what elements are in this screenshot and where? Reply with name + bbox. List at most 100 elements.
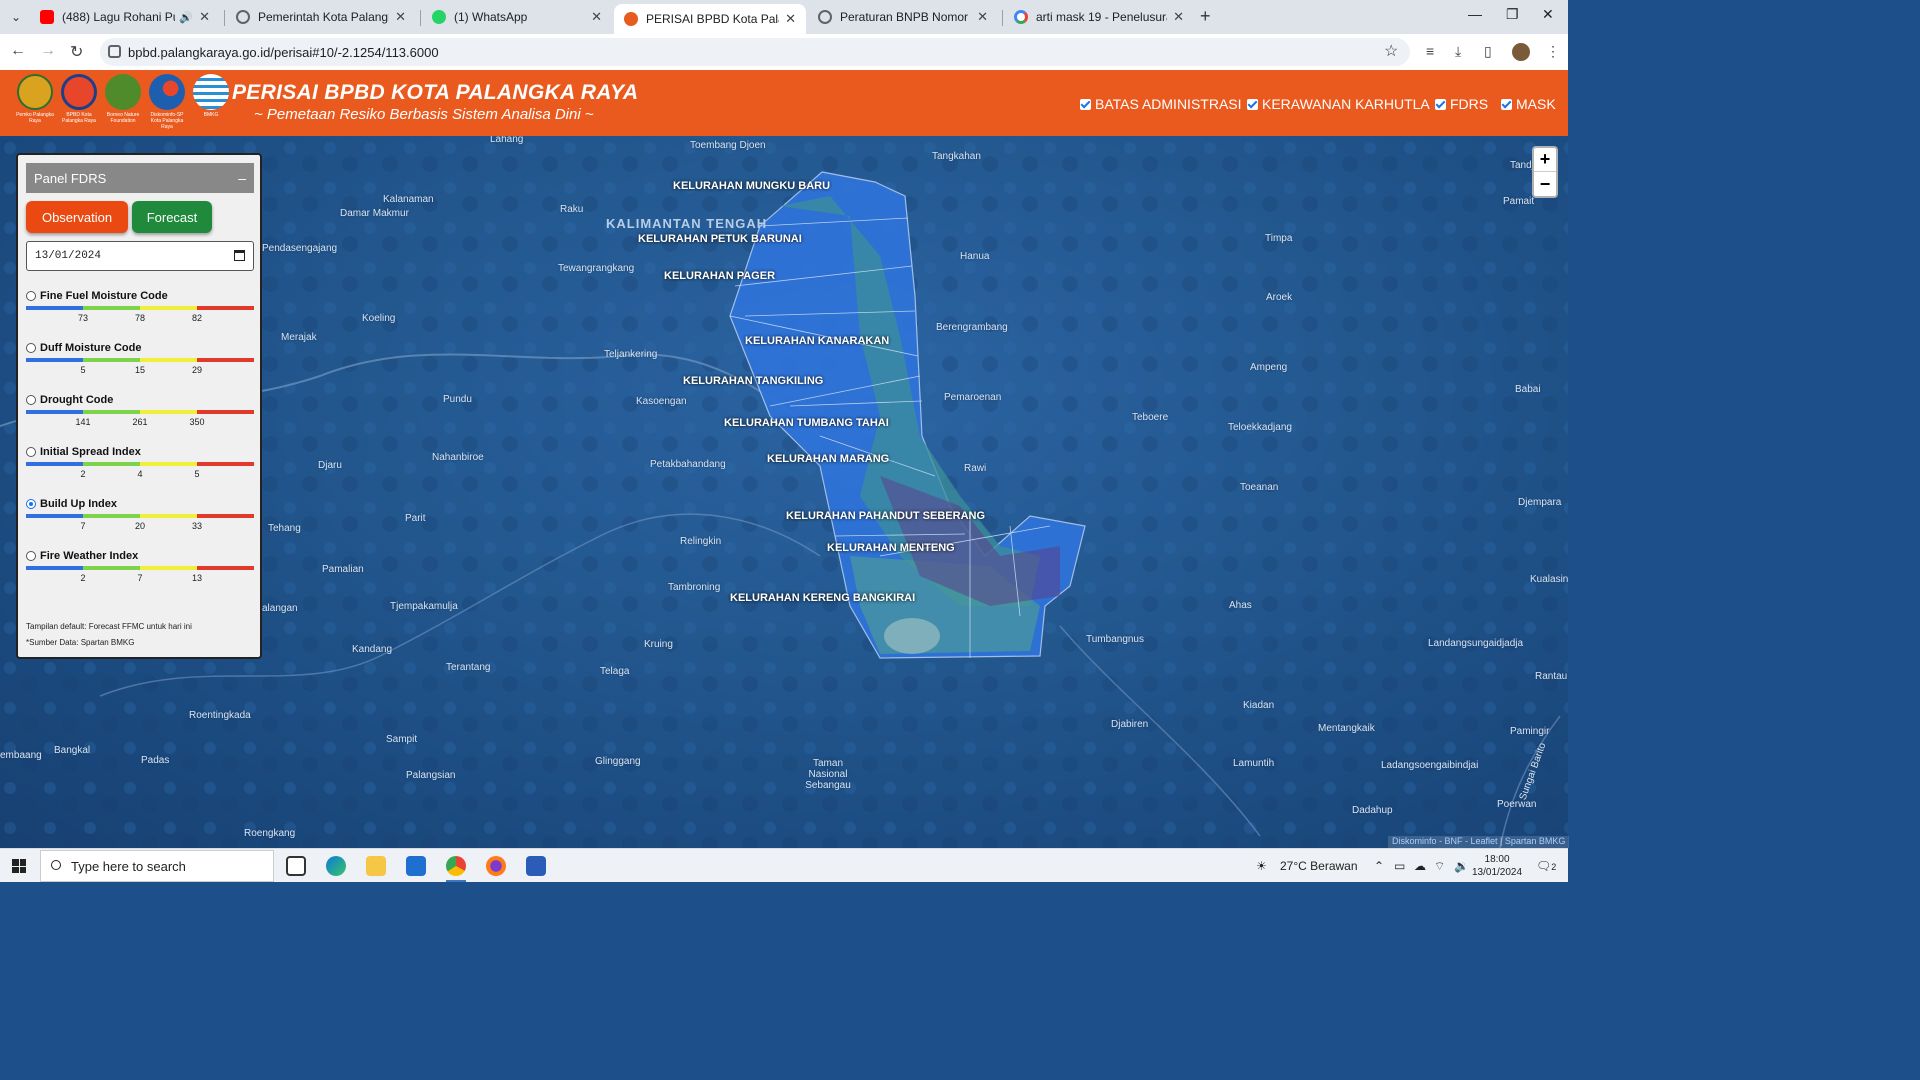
browser-menu-icon[interactable]: ⋮ (1546, 43, 1560, 60)
tray-overflow-icon[interactable]: ⌃ (1374, 859, 1384, 873)
mail-icon[interactable] (406, 856, 426, 876)
layer-toggle-fdrs[interactable]: FDRS (1435, 96, 1488, 112)
forward-icon[interactable]: → (40, 42, 56, 60)
windows-start-icon[interactable] (12, 859, 26, 873)
side-panel-icon[interactable]: ▯ (1484, 43, 1492, 60)
logo-label: Diskominfo-SP Kota Palangka Raya (150, 112, 184, 130)
word-icon[interactable] (526, 856, 546, 876)
minimize-window-icon[interactable]: — (1468, 6, 1482, 22)
weather-text[interactable]: 27°C Berawan (1280, 859, 1358, 873)
wifi-icon[interactable]: ⌔ (1434, 859, 1445, 874)
tick-label: 73 (77, 313, 89, 323)
notification-icon[interactable]: 🗨2 (1536, 859, 1556, 873)
index-row[interactable]: Initial Spread Index (26, 445, 254, 459)
onedrive-icon[interactable]: ☁ (1414, 859, 1426, 873)
tab-google[interactable]: arti mask 19 - Penelusuran Goo ✕ (1004, 4, 1194, 30)
radio-button[interactable] (26, 447, 36, 457)
place-label: Kualasin (1530, 574, 1568, 585)
fdrs-index-option[interactable]: Duff Moisture Code 5 15 29 (26, 341, 254, 389)
radio-button[interactable] (26, 499, 36, 509)
map-attribution[interactable]: Diskominfo - BNF - Leaflet | Spartan BMK… (1388, 836, 1570, 848)
place-label: Toembang Djoen (690, 140, 766, 151)
place-label: Bangkal (54, 745, 91, 756)
tick-label: 261 (132, 417, 148, 427)
media-control-icon[interactable]: ≡ (1426, 43, 1434, 59)
fdrs-index-option[interactable]: Fine Fuel Moisture Code 73 78 82 (26, 289, 254, 337)
checkbox-icon[interactable] (1080, 98, 1091, 110)
close-tab-icon[interactable]: ✕ (591, 9, 602, 25)
taskbar-clock[interactable]: 18:00 13/01/2024 (1472, 853, 1522, 879)
layer-toggle-kerawanan-karhutla[interactable]: KERAWANAN KARHUTLA (1247, 96, 1430, 112)
profile-avatar[interactable] (1512, 43, 1530, 61)
file-explorer-icon[interactable] (366, 856, 386, 876)
index-row[interactable]: Drought Code (26, 393, 254, 407)
task-view-icon[interactable] (286, 856, 306, 876)
restore-window-icon[interactable]: ❐ (1506, 6, 1519, 23)
volume-icon[interactable]: 🔉 (1454, 859, 1469, 873)
zoom-out-button[interactable]: − (1534, 172, 1556, 196)
index-row[interactable]: Fine Fuel Moisture Code (26, 289, 254, 303)
calendar-icon[interactable] (234, 250, 245, 261)
layer-toggle-batas-administrasi[interactable]: BATAS ADMINISTRASI (1080, 96, 1242, 112)
back-icon[interactable]: ← (10, 42, 26, 60)
download-icon[interactable]: ⤓ (1455, 43, 1461, 60)
tab-perisai[interactable]: PERISAI BPBD Kota Palangka Ra ✕ (614, 4, 806, 34)
tab-pemkot[interactable]: Pemerintah Kota Palangka Raya ✕ (226, 4, 416, 30)
taskbar-search[interactable]: Type here to search (40, 850, 274, 882)
radio-button[interactable] (26, 395, 36, 405)
tab-bnpb[interactable]: Peraturan BNPB Nomor 1 Tahun ✕ (808, 4, 998, 30)
place-label: Aroek (1266, 292, 1293, 303)
new-tab-button[interactable]: + (1200, 6, 1211, 27)
address-bar[interactable]: bpbd.palangkaraya.go.id/perisai#10/-2.12… (100, 38, 1410, 66)
index-row[interactable]: Fire Weather Index (26, 549, 254, 563)
layer-toggle-mask[interactable]: MASK (1501, 96, 1556, 112)
tab-search-icon[interactable]: ⌄ (6, 8, 26, 26)
forecast-button[interactable]: Forecast (132, 201, 212, 233)
meet-icon[interactable]: ▭ (1394, 859, 1405, 873)
checkbox-icon[interactable] (1435, 98, 1446, 110)
radio-button[interactable] (26, 291, 36, 301)
minimize-panel-button[interactable]: – (238, 170, 246, 186)
close-tab-icon[interactable]: ✕ (395, 9, 406, 25)
close-tab-icon[interactable]: ✕ (1173, 9, 1184, 25)
tick-label: 29 (191, 365, 203, 375)
scale-ticks: 2 4 5 (26, 466, 254, 479)
tab-youtube[interactable]: (488) Lagu Rohani Putri Siag 🔊 ✕ (30, 4, 220, 30)
close-tab-icon[interactable]: ✕ (785, 11, 796, 27)
weather-icon[interactable]: ☀ (1256, 859, 1267, 873)
radio-button[interactable] (26, 343, 36, 353)
close-tab-icon[interactable]: ✕ (199, 9, 210, 25)
site-info-icon[interactable] (108, 45, 121, 58)
date-input[interactable]: 13/01/2024 (26, 241, 254, 271)
tab-whatsapp[interactable]: (1) WhatsApp ✕ (422, 4, 612, 30)
fdrs-index-option[interactable]: Drought Code 141 261 350 (26, 393, 254, 441)
fdrs-index-option[interactable]: Initial Spread Index 2 4 5 (26, 445, 254, 493)
radio-button[interactable] (26, 551, 36, 561)
chrome-icon[interactable] (446, 856, 466, 876)
kelurahan-label: KELURAHAN MARANG (767, 453, 890, 465)
checkbox-icon[interactable] (1501, 98, 1512, 110)
close-window-icon[interactable]: ✕ (1542, 6, 1554, 23)
place-label: Rawi (964, 463, 987, 474)
checkbox-icon[interactable] (1247, 98, 1258, 110)
active-app-indicator (446, 880, 466, 882)
place-label: Tehang (268, 523, 301, 534)
speaker-icon[interactable]: 🔊 (179, 11, 193, 24)
zoom-in-button[interactable]: + (1534, 148, 1556, 172)
kelurahan-label: KELURAHAN TUMBANG TAHAI (724, 417, 889, 429)
edge-icon[interactable] (326, 856, 346, 876)
index-row[interactable]: Build Up Index (26, 497, 254, 511)
place-label: Djempara (1518, 497, 1562, 508)
reload-icon[interactable]: ↻ (70, 42, 83, 62)
index-row[interactable]: Duff Moisture Code (26, 341, 254, 355)
fdrs-index-option[interactable]: Fire Weather Index 2 7 13 (26, 549, 254, 597)
firefox-icon[interactable] (486, 856, 506, 876)
bookmark-star-icon[interactable]: ☆ (1384, 41, 1398, 61)
observation-button[interactable]: Observation (26, 201, 128, 233)
place-label: Pemaroenan (944, 392, 1002, 403)
kelurahan-label: KELURAHAN PAGER (664, 270, 776, 282)
tick-label: 78 (134, 313, 146, 323)
fdrs-index-option[interactable]: Build Up Index 7 20 33 (26, 497, 254, 545)
kelurahan-label: KELURAHAN MUNGKU BARU (673, 180, 831, 192)
close-tab-icon[interactable]: ✕ (977, 9, 988, 25)
